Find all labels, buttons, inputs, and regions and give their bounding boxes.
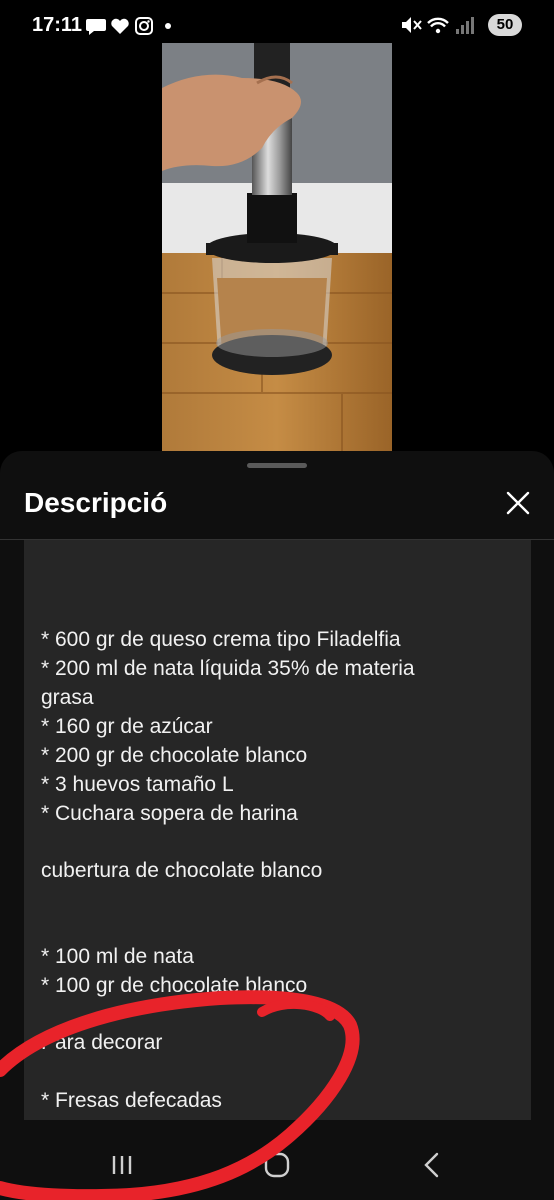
description-line: * 100 gr de chocolate blanco [41, 974, 308, 997]
description-line: * Cuchara sopera de harina [41, 802, 298, 825]
system-icons [402, 17, 474, 34]
description-line: * 3 huevos tamaño L [41, 773, 234, 796]
description-line: Para decorar [41, 1031, 163, 1054]
description-text-box: * 600 gr de queso crema tipo Filadelfia … [24, 540, 531, 1120]
notification-icons [86, 17, 171, 35]
home-icon[interactable] [257, 1148, 297, 1182]
recents-icon[interactable] [102, 1148, 142, 1182]
sheet-title: Descripció [24, 487, 168, 518]
video-player[interactable] [162, 43, 392, 451]
wifi-icon [427, 17, 449, 34]
video-thumbnail [162, 43, 392, 451]
description-line: cubertura de chocolate blanco [41, 859, 323, 882]
description-line: * 200 gr de chocolate blanco [41, 744, 308, 767]
description-sheet: Descripció * 600 gr de queso crema tipo … [0, 451, 554, 1200]
heart-icon [111, 18, 129, 34]
status-time: 17:11 [32, 14, 83, 36]
mute-icon [402, 17, 422, 33]
description-line: * Fresas defecadas [41, 1089, 222, 1112]
close-icon[interactable] [504, 489, 532, 517]
battery-icon: 50 [488, 14, 522, 36]
instagram-icon [135, 17, 153, 35]
drag-handle[interactable] [247, 463, 307, 468]
chat-bubble-icon [86, 19, 106, 35]
description-line: * 160 gr de azúcar [41, 715, 213, 738]
back-icon[interactable] [412, 1148, 452, 1182]
description-line: * 100 ml de nata [41, 945, 194, 968]
description-line: * 600 gr de queso crema tipo Filadelfia [41, 628, 401, 651]
signal-icon [456, 17, 474, 34]
description-line: * 200 ml de nata líquida 35% de materia [41, 657, 415, 680]
dot-icon [165, 23, 171, 29]
description-line: grasa [41, 686, 94, 709]
navigation-bar [0, 1130, 554, 1200]
